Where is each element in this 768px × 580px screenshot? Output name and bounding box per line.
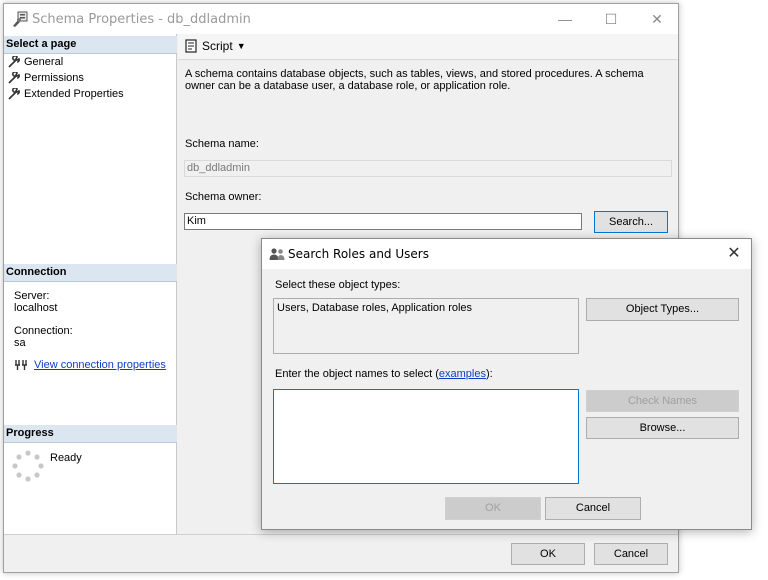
progress-header: Progress	[4, 425, 177, 443]
schema-name-field: db_ddladmin	[184, 160, 672, 177]
progress-spinner-icon	[12, 450, 44, 482]
wrench-icon	[8, 88, 20, 100]
toolbar: Script ▼	[178, 34, 678, 60]
select-page-header: Select a page	[4, 36, 177, 54]
dialog-title-bar[interactable]: Search Roles and Users ✕	[262, 239, 751, 269]
script-icon	[185, 39, 197, 53]
schema-owner-input[interactable]: Kim	[184, 213, 582, 230]
object-types-button[interactable]: Object Types...	[586, 298, 739, 321]
schema-properties-icon	[13, 11, 28, 27]
server-value: localhost	[14, 302, 58, 314]
search-roles-users-dialog: Search Roles and Users ✕ Select these ob…	[261, 238, 752, 530]
enter-names-suffix: ):	[485, 368, 493, 380]
ok-button[interactable]: OK	[511, 543, 585, 565]
connection-icon	[15, 360, 27, 370]
minimize-button[interactable]: —	[542, 4, 588, 34]
page-item-label: Extended Properties	[24, 88, 124, 100]
page-item-label: General	[24, 56, 64, 68]
wrench-icon	[8, 56, 20, 68]
browse-button[interactable]: Browse...	[586, 417, 739, 439]
connection-value: sa	[14, 337, 26, 349]
search-button[interactable]: Search...	[594, 211, 668, 233]
schema-name-label: Schema name:	[185, 138, 259, 150]
examples-link[interactable]: examples	[439, 368, 486, 380]
chevron-down-icon: ▼	[236, 41, 246, 51]
maximize-button[interactable]: ☐	[588, 4, 634, 34]
schema-owner-label: Schema owner:	[185, 191, 262, 203]
dialog-title: Search Roles and Users	[288, 247, 429, 261]
view-connection-row: View connection properties	[14, 359, 166, 371]
enter-names-label: Enter the object names to select (exampl…	[275, 368, 493, 380]
cancel-button[interactable]: Cancel	[594, 543, 668, 565]
window-title: Schema Properties - db_ddladmin	[32, 12, 251, 27]
object-names-input[interactable]	[273, 389, 579, 484]
page-item-extended-properties[interactable]: Extended Properties	[8, 86, 124, 102]
server-label: Server:	[14, 290, 50, 302]
users-icon	[269, 248, 285, 260]
bottom-bar: OK Cancel	[4, 534, 678, 572]
page-item-label: Permissions	[24, 72, 84, 84]
view-connection-properties-link[interactable]: View connection properties	[34, 359, 166, 371]
connection-header: Connection	[4, 264, 177, 282]
left-pane: Select a page General Permissions Extend…	[4, 34, 177, 534]
close-button[interactable]: ✕	[634, 4, 680, 34]
page-item-general[interactable]: General	[8, 54, 63, 70]
wrench-icon	[8, 72, 20, 84]
dialog-ok-button[interactable]: OK	[445, 497, 541, 520]
page-item-permissions[interactable]: Permissions	[8, 70, 84, 86]
connection-label: Connection:	[14, 325, 73, 337]
script-label: Script	[202, 39, 233, 53]
script-button[interactable]: Script ▼	[184, 39, 246, 53]
object-types-field: Users, Database roles, Application roles	[273, 298, 579, 354]
progress-status: Ready	[50, 452, 82, 464]
enter-names-prefix: Enter the object names to select (	[275, 368, 439, 380]
title-bar[interactable]: Schema Properties - db_ddladmin — ☐ ✕	[4, 4, 678, 34]
schema-description: A schema contains database objects, such…	[185, 68, 644, 92]
dialog-close-button[interactable]: ✕	[722, 243, 746, 265]
check-names-button[interactable]: Check Names	[586, 390, 739, 412]
object-types-label: Select these object types:	[275, 279, 401, 291]
dialog-cancel-button[interactable]: Cancel	[545, 497, 641, 520]
